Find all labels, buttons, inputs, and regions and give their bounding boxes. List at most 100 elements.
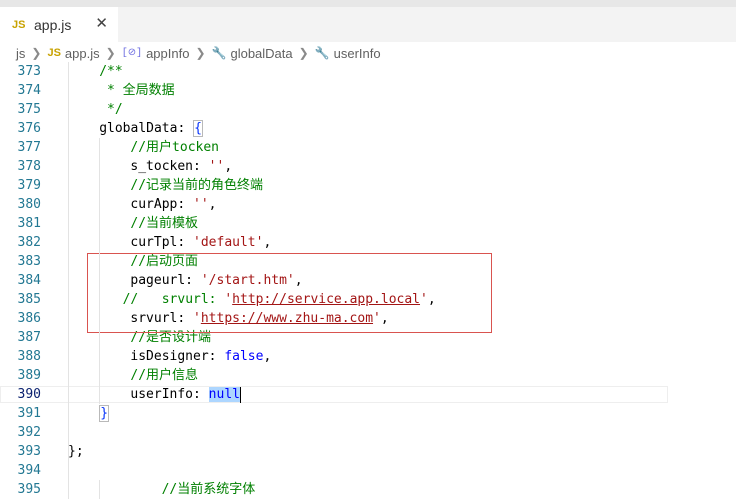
code-line[interactable]: 395 //当前系统字体 bbox=[0, 480, 736, 499]
line-number: 395 bbox=[17, 482, 41, 497]
code-line[interactable]: 389 //用户信息 bbox=[0, 366, 736, 385]
code-token: , bbox=[224, 159, 233, 174]
code-text: */ bbox=[107, 100, 123, 119]
line-number: 394 bbox=[17, 463, 41, 478]
indent-guide bbox=[99, 138, 101, 404]
breadcrumb-globaldata[interactable]: 🔧 globalData bbox=[212, 46, 293, 61]
code-comment: //用户信息 bbox=[130, 368, 199, 383]
code-comment: //记录当前的角色终端 bbox=[130, 178, 264, 193]
breadcrumb-label: app.js bbox=[64, 45, 100, 61]
line-number: 383 bbox=[17, 254, 41, 269]
breadcrumb-js[interactable]: js bbox=[16, 46, 25, 61]
code-token: curApp: bbox=[130, 197, 194, 212]
indent-guide bbox=[68, 62, 69, 499]
line-number: 385 bbox=[17, 292, 41, 307]
matched-bracket: { bbox=[193, 120, 203, 137]
code-line[interactable]: 382 curTpl: 'default', bbox=[0, 233, 736, 252]
code-comment: //当前模板 bbox=[130, 216, 199, 231]
code-token: isDesigner: bbox=[130, 349, 225, 364]
current-line-highlight bbox=[0, 386, 668, 403]
code-comment: /** bbox=[99, 64, 123, 79]
breadcrumb-label: globalData bbox=[230, 45, 293, 61]
highlight-box bbox=[87, 253, 492, 333]
code-text: //用户tocken bbox=[130, 138, 219, 157]
breadcrumb-app-js[interactable]: JS app.js bbox=[47, 46, 99, 61]
line-number: 388 bbox=[17, 349, 41, 364]
text-cursor bbox=[239, 386, 241, 403]
line-number: 380 bbox=[17, 197, 41, 212]
code-text: * 全局数据 bbox=[107, 81, 175, 100]
property-wrench-icon: 🔧 bbox=[314, 46, 330, 60]
editor-tab-bar: JS app.js ✕ bbox=[0, 0, 736, 42]
code-line[interactable]: 380 curApp: '', bbox=[0, 195, 736, 214]
breadcrumb-label: userInfo bbox=[333, 45, 381, 61]
line-number: 381 bbox=[17, 216, 41, 231]
javascript-file-icon: JS bbox=[12, 18, 26, 31]
code-line[interactable]: 390 userInfo: null bbox=[0, 385, 736, 404]
tab-label: app.js bbox=[34, 16, 72, 33]
code-token: , bbox=[208, 197, 217, 212]
code-line[interactable]: 381 //当前模板 bbox=[0, 214, 736, 233]
code-string: '' bbox=[208, 159, 225, 174]
code-text: globalData: { bbox=[99, 119, 203, 138]
code-line[interactable]: 379 //记录当前的角色终端 bbox=[0, 176, 736, 195]
code-text: //当前系统字体 bbox=[162, 480, 256, 499]
code-line[interactable]: 377 //用户tocken bbox=[0, 138, 736, 157]
chevron-right-icon: ❯ bbox=[31, 46, 42, 60]
code-line[interactable]: 376 globalData: { bbox=[0, 119, 736, 138]
line-number: 373 bbox=[17, 64, 41, 79]
code-token: curTpl: bbox=[130, 235, 194, 250]
breadcrumb-appinfo[interactable]: [⊘] appInfo bbox=[122, 46, 190, 61]
code-text: } bbox=[99, 404, 110, 423]
code-token: , bbox=[263, 235, 272, 250]
line-number: 382 bbox=[17, 235, 41, 250]
code-string: '' bbox=[193, 197, 209, 212]
close-icon[interactable]: ✕ bbox=[95, 14, 108, 32]
code-token: globalData: bbox=[99, 121, 194, 136]
line-number: 392 bbox=[17, 425, 41, 440]
line-number: 376 bbox=[17, 121, 41, 136]
code-line[interactable]: 392 bbox=[0, 423, 736, 442]
line-number: 375 bbox=[17, 102, 41, 117]
code-keyword: false bbox=[224, 349, 264, 364]
line-number: 390 bbox=[17, 387, 41, 402]
tab-app-js[interactable]: JS app.js ✕ bbox=[0, 7, 118, 42]
property-wrench-icon: 🔧 bbox=[211, 46, 227, 60]
line-number: 379 bbox=[17, 178, 41, 193]
code-line[interactable]: 388 isDesigner: false, bbox=[0, 347, 736, 366]
code-text: //记录当前的角色终端 bbox=[130, 176, 263, 195]
code-comment: //用户tocken bbox=[130, 140, 220, 155]
code-line[interactable]: 374 * 全局数据 bbox=[0, 81, 736, 100]
matched-bracket: } bbox=[99, 405, 110, 422]
breadcrumb: js ❯ JS app.js ❯ [⊘] appInfo ❯ 🔧 globalD… bbox=[0, 42, 736, 64]
code-text: //用户信息 bbox=[130, 366, 198, 385]
code-string: 'default' bbox=[193, 235, 264, 250]
code-text: curApp: '', bbox=[130, 195, 216, 214]
line-number: 377 bbox=[17, 140, 41, 155]
code-line[interactable]: 373 /** bbox=[0, 62, 736, 81]
code-comment: */ bbox=[107, 102, 123, 117]
breadcrumb-userinfo[interactable]: 🔧 userInfo bbox=[315, 46, 381, 61]
line-number: 386 bbox=[17, 311, 41, 326]
variable-icon: [⊘] bbox=[121, 48, 143, 59]
code-text: curTpl: 'default', bbox=[130, 233, 271, 252]
code-comment: * 全局数据 bbox=[107, 83, 175, 98]
code-line[interactable]: 378 s_tocken: '', bbox=[0, 157, 736, 176]
code-token: , bbox=[263, 349, 272, 364]
code-text: userInfo: null bbox=[130, 385, 241, 404]
code-text: }; bbox=[68, 442, 84, 461]
chevron-right-icon: ❯ bbox=[298, 46, 309, 60]
line-number: 391 bbox=[17, 406, 41, 421]
code-text: //当前模板 bbox=[130, 214, 198, 233]
line-number: 387 bbox=[17, 330, 41, 345]
breadcrumb-label: appInfo bbox=[146, 45, 190, 61]
code-text: s_tocken: '', bbox=[130, 157, 232, 176]
line-number: 389 bbox=[17, 368, 41, 383]
code-line[interactable]: 394 bbox=[0, 461, 736, 480]
code-token: }; bbox=[68, 444, 84, 459]
code-text: /** bbox=[99, 62, 122, 81]
code-line[interactable]: 391} bbox=[0, 404, 736, 423]
indent-guide bbox=[99, 480, 101, 499]
code-line[interactable]: 393}; bbox=[0, 442, 736, 461]
code-line[interactable]: 375 */ bbox=[0, 100, 736, 119]
